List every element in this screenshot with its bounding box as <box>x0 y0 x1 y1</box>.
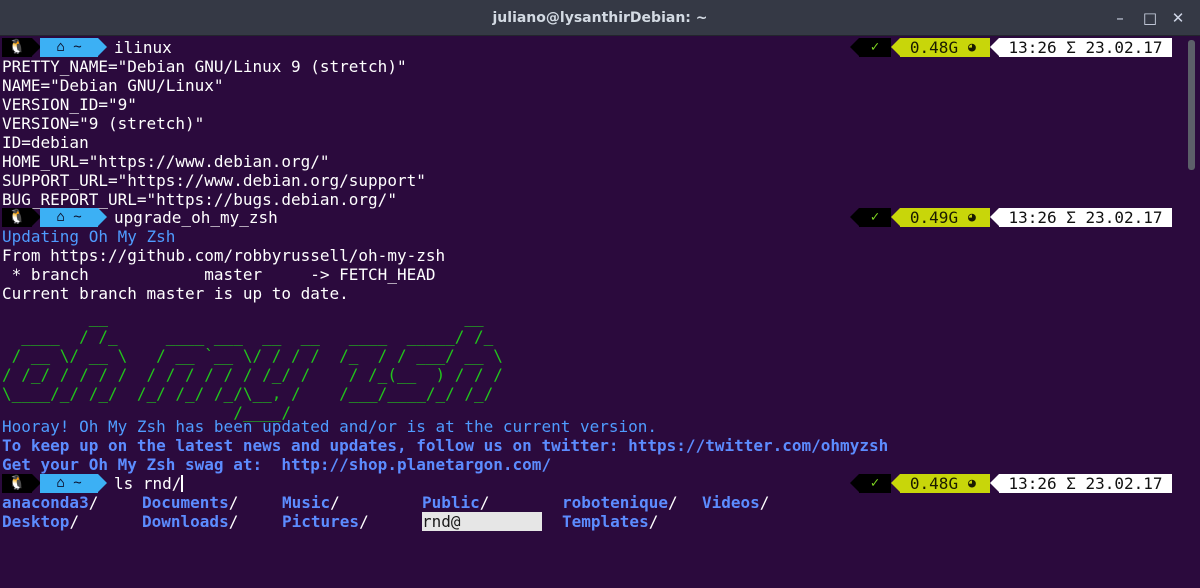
output-line: SUPPORT_URL="https://www.debian.org/supp… <box>2 171 426 190</box>
output-line: Hooray! Oh My Zsh has been updated and/o… <box>2 417 658 436</box>
output-line: To keep up on the latest news and update… <box>2 436 889 455</box>
ascii-logo-line: / __ \/ __ \ / __ `__ \/ / / / /_ / / __… <box>2 346 503 365</box>
output-line: * branch master -> FETCH_HEAD <box>2 265 436 284</box>
text-cursor <box>181 475 184 492</box>
command-text: ls rnd/ <box>114 474 182 493</box>
check-icon: ✓ <box>859 208 891 227</box>
prompt-line: 🐧 ⌂ ~ ls rnd/ ✓ 0.48G ◕ 13:26 Σ 23.02.17 <box>2 474 1182 493</box>
prompt-command: ilinux <box>114 38 172 57</box>
output-line: Get your Oh My Zsh swag at: http://shop.… <box>2 455 552 474</box>
ls-entry[interactable]: anaconda3/ <box>2 493 98 512</box>
memory-usage: 0.48G <box>900 38 968 57</box>
memory-usage: 0.49G <box>900 208 968 227</box>
check-icon: ✓ <box>859 474 891 493</box>
ls-entry[interactable]: Downloads/ <box>142 512 238 531</box>
terminal-window: juliano@lysanthirDebian: ~ – □ ✕ 🐧 ⌂ ~ i… <box>0 0 1200 588</box>
ls-entry[interactable]: robotenique/ <box>562 493 678 512</box>
tux-icon: 🐧 <box>2 208 32 227</box>
prompt-separator <box>98 474 107 492</box>
prompt-separator <box>98 38 107 56</box>
output-line: VERSION="9 (stretch)" <box>2 114 205 133</box>
title-bar[interactable]: juliano@lysanthirDebian: ~ – □ ✕ <box>0 0 1200 36</box>
datetime: 13:26 Σ 23.02.17 <box>999 474 1172 493</box>
tux-icon: 🐧 <box>2 474 32 493</box>
output-line: BUG_REPORT_URL="https://bugs.debian.org/… <box>2 190 397 209</box>
output-line: From https://github.com/robbyrussell/oh-… <box>2 246 446 265</box>
output-line: ID=debian <box>2 133 89 152</box>
ls-entry[interactable]: Templates/ <box>562 512 658 531</box>
gauge-icon: ◕ <box>968 38 990 57</box>
ls-output-row: Desktop/ Downloads/ Pictures/ rnd@ Templ… <box>2 512 1182 531</box>
datetime: 13:26 Σ 23.02.17 <box>999 208 1172 227</box>
tux-icon: 🐧 <box>2 38 32 57</box>
ascii-logo-line: / /_/ / / / / / / / / / / /_/ / / /_(__ … <box>2 365 503 384</box>
home-dir-segment: ⌂ ~ <box>40 38 98 57</box>
scrollbar[interactable] <box>1188 40 1195 170</box>
maximize-button[interactable]: □ <box>1140 8 1160 28</box>
ls-entry[interactable]: Public/ <box>422 493 489 512</box>
output-line: Updating Oh My Zsh <box>2 227 176 246</box>
ls-output-row: anaconda3/ Documents/ Music/ Public/ rob… <box>2 493 1182 512</box>
terminal-output[interactable]: 🐧 ⌂ ~ ilinux ✓ 0.48G ◕ 13:26 Σ 23.02.17 … <box>0 36 1186 588</box>
home-dir-segment: ⌂ ~ <box>40 208 98 227</box>
prompt-separator <box>98 208 107 226</box>
right-prompt: ✓ 0.48G ◕ 13:26 Σ 23.02.17 <box>850 38 1172 57</box>
gauge-icon: ◕ <box>968 208 990 227</box>
ascii-logo-line: \____/_/ /_/ /_/ /_/ /_/\__, / /___/____… <box>2 384 494 403</box>
close-button[interactable]: ✕ <box>1168 8 1188 28</box>
home-dir-segment: ⌂ ~ <box>40 474 98 493</box>
ls-entry[interactable]: Documents/ <box>142 493 238 512</box>
datetime: 13:26 Σ 23.02.17 <box>999 38 1172 57</box>
memory-usage: 0.48G <box>900 474 968 493</box>
minimize-button[interactable]: – <box>1110 8 1130 28</box>
right-prompt: ✓ 0.49G ◕ 13:26 Σ 23.02.17 <box>850 208 1172 227</box>
ls-entry[interactable]: Music/ <box>282 493 340 512</box>
check-icon: ✓ <box>859 38 891 57</box>
ls-entry[interactable]: Pictures/ <box>282 512 369 531</box>
prompt-command[interactable]: ls rnd/ <box>114 474 184 493</box>
ls-entry[interactable]: Videos/ <box>702 493 769 512</box>
ascii-logo-line: ____ / /_ ____ ___ __ __ ____ _____/ /_ <box>2 327 494 346</box>
ls-entry[interactable]: Desktop/ <box>2 512 79 531</box>
ls-entry-selected[interactable]: rnd@ <box>422 512 542 531</box>
right-prompt: ✓ 0.48G ◕ 13:26 Σ 23.02.17 <box>850 474 1172 493</box>
output-line: Current branch master is up to date. <box>2 284 349 303</box>
ascii-logo-line: __ __ <box>2 308 484 327</box>
window-title: juliano@lysanthirDebian: ~ <box>492 10 708 26</box>
output-line: HOME_URL="https://www.debian.org/" <box>2 152 330 171</box>
output-line: VERSION_ID="9" <box>2 95 137 114</box>
prompt-line: 🐧 ⌂ ~ ilinux ✓ 0.48G ◕ 13:26 Σ 23.02.17 <box>2 38 1182 57</box>
output-line: NAME="Debian GNU/Linux" <box>2 76 224 95</box>
gauge-icon: ◕ <box>968 474 990 493</box>
prompt-command: upgrade_oh_my_zsh <box>114 208 278 227</box>
prompt-line: 🐧 ⌂ ~ upgrade_oh_my_zsh ✓ 0.49G ◕ 13:26 … <box>2 208 1182 227</box>
output-line: PRETTY_NAME="Debian GNU/Linux 9 (stretch… <box>2 57 407 76</box>
